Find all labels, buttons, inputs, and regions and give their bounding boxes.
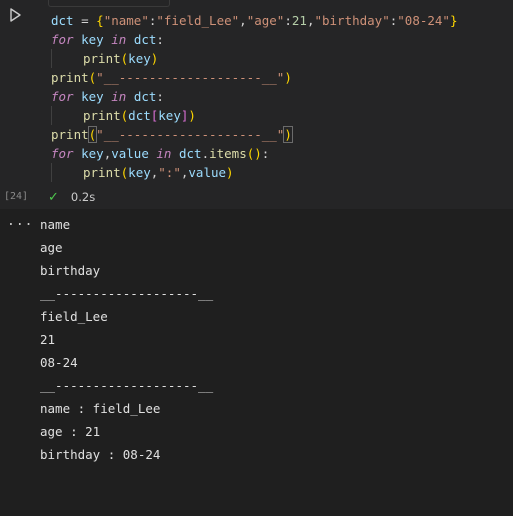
code-line: for key,value in dct.items(): [51,146,270,161]
output-line: 08-24 [40,355,78,370]
output-line: 21 [40,332,56,347]
code-line: for key in dct: [51,89,164,104]
output-line: birthday [40,263,101,278]
cell-toolbar [48,0,170,7]
output-line: age [40,240,63,255]
check-icon: ✓ [48,189,59,205]
indent-guide [51,163,83,182]
output-line: __-------------------__ [40,286,214,301]
code-line: for key in dct: [51,32,164,47]
code-cell[interactable]: dct = {"name":"field_Lee","age":21,"birt… [0,0,513,209]
cell-output: ... name age birthday __-------------------… [0,209,513,516]
code-line: print(key) [51,49,457,68]
output-line: name [40,217,71,232]
code-line: print("__-------------------__") [51,70,292,85]
cell-status: ✓ 0.2s [48,188,95,206]
code-line: print("__-------------------__") [51,126,293,143]
indent-guide [51,106,83,125]
code-line: print(key,":",value) [51,163,457,182]
output-line: birthday : 08-24 [40,447,161,462]
output-line: age : 21 [40,424,101,439]
code-editor[interactable]: dct = {"name":"field_Lee","age":21,"birt… [51,11,457,182]
ellipsis-icon[interactable]: ... [7,214,33,229]
output-line: field_Lee [40,309,108,324]
execution-time: 0.2s [70,190,96,204]
output-line: __-------------------__ [40,378,214,393]
indent-guide [51,49,83,68]
code-line: print(dct[key]) [51,106,457,125]
execution-count: [24] [4,191,29,202]
code-line: dct = {"name":"field_Lee","age":21,"birt… [51,13,458,28]
play-icon[interactable] [6,6,24,24]
output-line: name : field_Lee [40,401,161,416]
output-text: name age birthday __-------------------__ fi… [40,213,213,466]
